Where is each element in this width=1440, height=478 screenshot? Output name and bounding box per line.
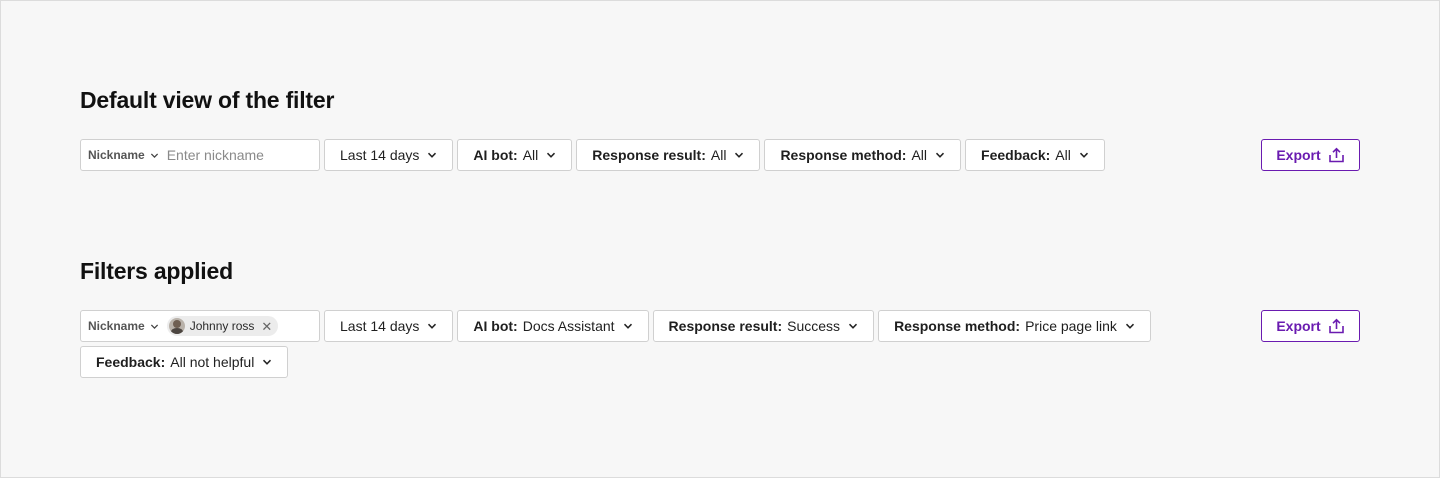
feedback-value: All: [1055, 147, 1071, 163]
response-method-label: Response method:: [894, 318, 1021, 334]
response-result-dropdown[interactable]: Response result: Success: [652, 310, 875, 342]
feedback-dropdown[interactable]: Feedback: All not helpful: [80, 346, 289, 378]
default-filter-section: Default view of the filter Nickname Last…: [80, 86, 1360, 171]
filter-bar: Nickname Last 14 days AI bot: All Respon…: [80, 139, 1255, 171]
chevron-down-icon: [735, 152, 744, 158]
chevron-down-icon: [150, 323, 158, 329]
nickname-input[interactable]: [166, 147, 307, 163]
date-range-value: Last 14 days: [340, 318, 420, 334]
nickname-field-select[interactable]: Nickname: [88, 319, 159, 333]
date-range-dropdown[interactable]: Last 14 days: [324, 139, 454, 171]
filter-bar: Nickname Johnny ross ✕ Last 14 days AI b…: [80, 310, 1255, 378]
upload-icon: [1328, 318, 1344, 334]
close-icon[interactable]: ✕: [261, 320, 272, 333]
response-method-value: All: [911, 147, 928, 163]
nickname-filter: Nickname: [80, 139, 320, 171]
export-button[interactable]: Export: [1261, 310, 1360, 342]
feedback-value: All not helpful: [170, 354, 255, 370]
feedback-label: Feedback:: [981, 147, 1051, 163]
chevron-down-icon: [1125, 323, 1134, 329]
export-button[interactable]: Export: [1261, 139, 1360, 171]
date-range-value: Last 14 days: [340, 147, 420, 163]
applied-filter-section: Filters applied Nickname Johnny ross ✕ L…: [80, 257, 1360, 378]
nickname-tag: Johnny ross ✕: [166, 316, 279, 336]
chevron-down-icon: [428, 152, 437, 158]
chevron-down-icon: [428, 323, 437, 329]
chevron-down-icon: [849, 323, 858, 329]
date-range-dropdown[interactable]: Last 14 days: [324, 310, 454, 342]
export-label: Export: [1276, 318, 1321, 334]
response-result-value: Success: [787, 318, 841, 334]
nickname-field-select[interactable]: Nickname: [88, 148, 159, 162]
nickname-tag-label: Johnny ross: [189, 319, 255, 333]
response-result-value: All: [710, 147, 727, 163]
feedback-label: Feedback:: [96, 354, 166, 370]
response-result-label: Response result:: [668, 318, 783, 334]
avatar: [168, 318, 185, 334]
upload-icon: [1328, 147, 1344, 163]
section-title: Default view of the filter: [80, 87, 335, 113]
ai-bot-value: Docs Assistant: [522, 318, 615, 334]
ai-bot-label: AI bot:: [473, 318, 518, 334]
response-method-value: Price page link: [1025, 318, 1117, 334]
ai-bot-dropdown[interactable]: AI bot: Docs Assistant: [457, 310, 649, 342]
response-method-label: Response method:: [780, 147, 907, 163]
chevron-down-icon: [150, 152, 158, 158]
chevron-down-icon: [547, 152, 556, 158]
response-method-dropdown[interactable]: Response method: Price page link: [878, 310, 1151, 342]
export-label: Export: [1276, 147, 1321, 163]
nickname-select-label: Nickname: [88, 319, 145, 333]
section-title: Filters applied: [80, 258, 233, 284]
chevron-down-icon: [623, 323, 632, 329]
nickname-filter: Nickname Johnny ross ✕: [80, 310, 320, 342]
chevron-down-icon: [1079, 152, 1088, 158]
response-result-label: Response result:: [592, 147, 706, 163]
response-method-dropdown[interactable]: Response method: All: [764, 139, 962, 171]
ai-bot-value: All: [522, 147, 539, 163]
ai-bot-label: AI bot:: [473, 147, 518, 163]
page-frame: [0, 0, 1440, 478]
feedback-dropdown[interactable]: Feedback: All: [965, 139, 1105, 171]
nickname-select-label: Nickname: [88, 148, 145, 162]
chevron-down-icon: [263, 359, 272, 365]
chevron-down-icon: [935, 152, 945, 158]
response-result-dropdown[interactable]: Response result: All: [576, 139, 761, 171]
ai-bot-dropdown[interactable]: AI bot: All: [457, 139, 573, 171]
